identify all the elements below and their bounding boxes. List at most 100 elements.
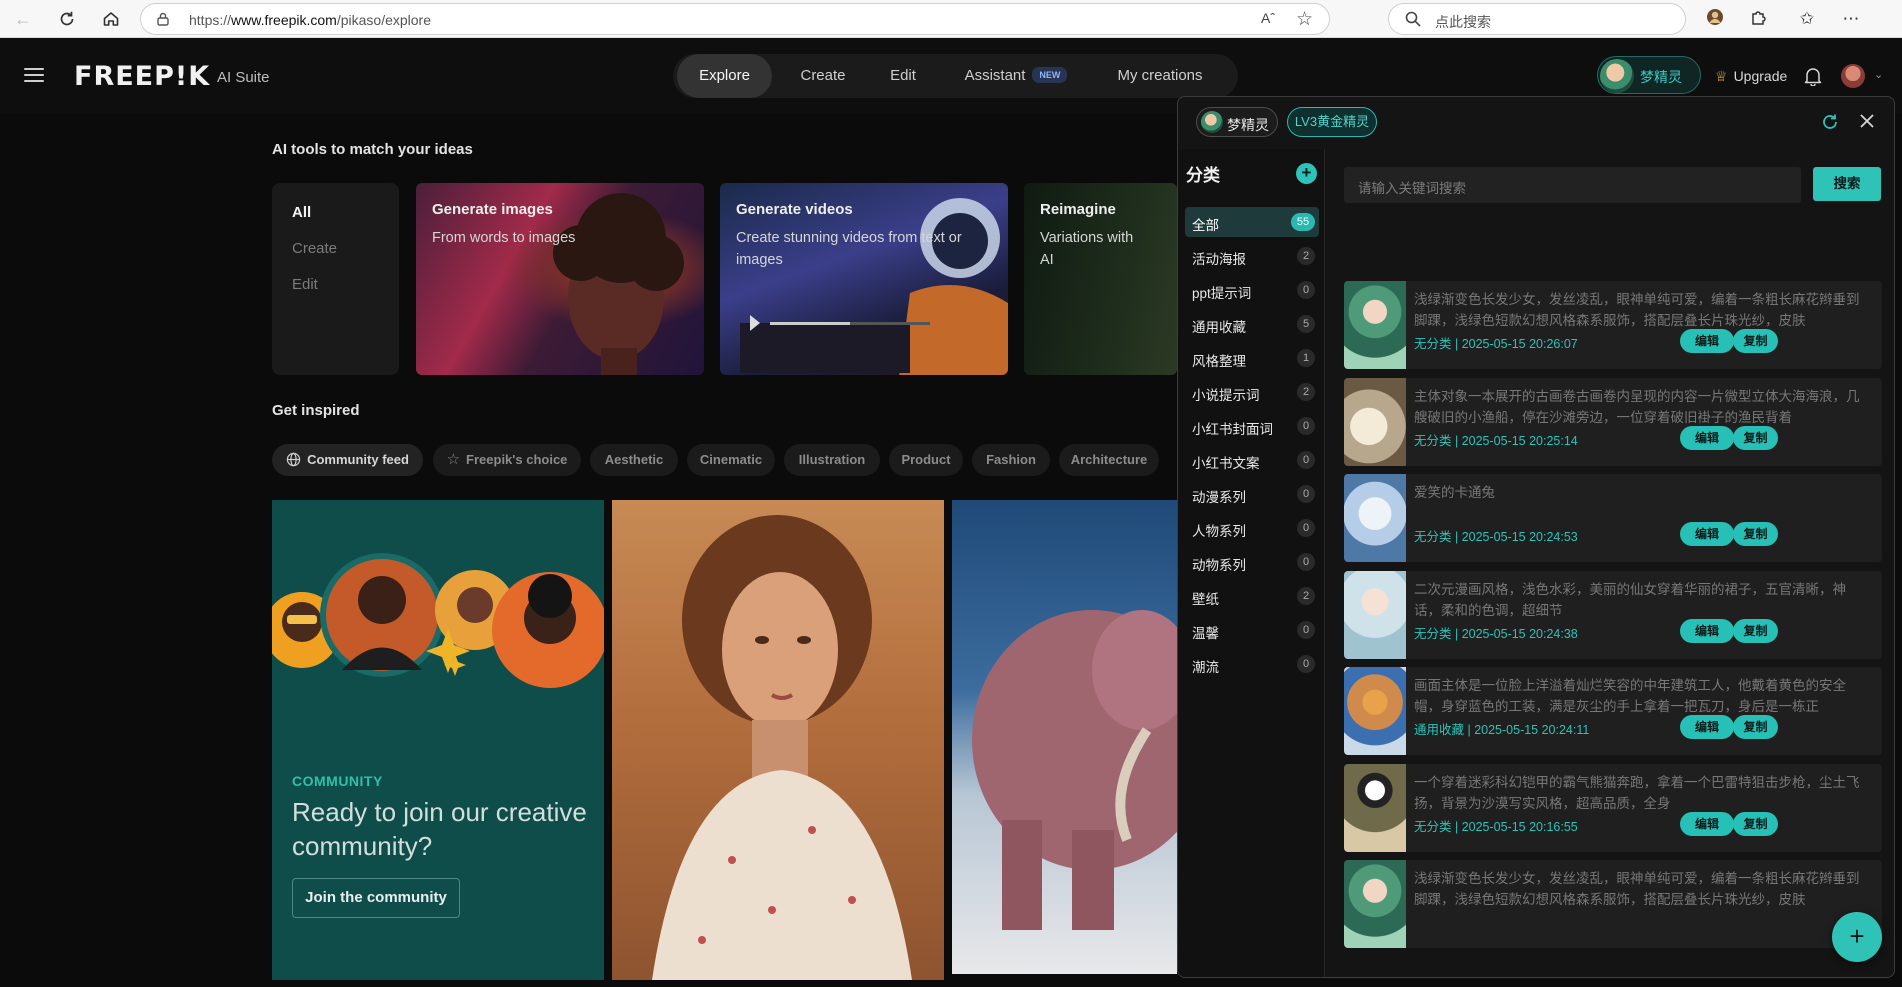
category-item[interactable]: 小红书文案 0 [1185,445,1319,475]
chip-freepiks-choice[interactable]: ☆ Freepik's choice [433,444,581,476]
tab-my-creations[interactable]: My creations [1097,54,1223,98]
upgrade-button[interactable]: ♕ Upgrade [1715,68,1787,85]
category-item[interactable]: 通用收藏 5 [1185,309,1319,339]
category-item[interactable]: 动物系列 0 [1185,547,1319,577]
category-item[interactable]: 温馨 0 [1185,615,1319,645]
category-name: 小红书封面词 [1192,422,1273,437]
close-icon[interactable] [1858,112,1876,130]
category-sidebar: 分类 + 全部 55 活动海报 2 ppt提示词 0 通用收藏 5 风格整理 1 小说提示词 2 小红书… [1178,149,1325,977]
category-item[interactable]: 全部 55 [1185,207,1319,237]
more-menu-icon[interactable]: ⋯ [1840,8,1862,30]
back-icon[interactable]: ← [10,6,36,32]
category-item[interactable]: 动漫系列 0 [1185,479,1319,509]
category-item[interactable]: 人物系列 0 [1185,513,1319,543]
chip-cinematic[interactable]: Cinematic [687,444,775,476]
category-name: 动漫系列 [1192,490,1246,505]
refresh-icon[interactable] [1820,112,1840,132]
chip-illustration[interactable]: Illustration [784,444,880,476]
copy-button[interactable]: 复制 [1733,811,1778,836]
category-item[interactable]: 壁纸 2 [1185,581,1319,611]
edit-button[interactable]: 编辑 [1680,329,1734,353]
extensions-puzzle-icon[interactable] [1748,8,1770,30]
copy-button[interactable]: 复制 [1733,715,1778,739]
filter-all[interactable]: All [292,204,311,221]
browser-search-box[interactable]: 点此搜索 [1388,3,1686,35]
chip-product[interactable]: Product [889,444,963,476]
filter-create[interactable]: Create [292,240,337,257]
prompt-meta: 通用收藏 | 2025-05-15 20:24:11 [1414,723,1590,737]
bell-icon[interactable] [1804,66,1822,86]
prompt-item[interactable]: 主体对象一本展开的古画卷古画卷内呈现的内容一片微型立体大海海浪，几艘破旧的小渔船… [1344,377,1882,466]
keyword-search-input[interactable]: 请输入关键词搜索 [1344,167,1801,203]
category-title: 分类 [1186,166,1220,185]
chip-fashion[interactable]: Fashion [972,444,1050,476]
copy-button[interactable]: 复制 [1733,618,1778,643]
edit-button[interactable]: 编辑 [1680,522,1734,546]
address-bar[interactable]: https://www.freepik.com/pikaso/explore A… [140,3,1330,35]
category-item[interactable]: ppt提示词 0 [1185,275,1319,305]
inspiration-image-mammoth[interactable] [952,500,1177,974]
category-name: 活动海报 [1192,252,1246,267]
category-item[interactable]: 小红书封面词 0 [1185,411,1319,441]
tool-subtitle: From words to images [432,230,576,246]
category-count-badge: 0 [1297,655,1315,673]
chip-community-feed[interactable]: Community feed [272,444,423,476]
copy-button[interactable]: 复制 [1733,425,1778,450]
tool-subtitle: Create stunning videos from text or imag… [736,230,962,268]
prompt-item[interactable]: 二次元漫画风格，浅色水彩，美丽的仙女穿着华丽的裙子，五官清晰，神话，柔和的色调，… [1344,570,1882,659]
category-name: 全部 [1192,218,1219,233]
profile-extension-icon[interactable] [1704,8,1726,30]
reload-icon[interactable] [54,6,80,32]
inspiration-image-desert-portrait[interactable] [612,500,944,980]
read-aloud-icon[interactable]: Aˆ [1261,10,1275,26]
category-count-badge: 0 [1297,485,1315,503]
edit-button[interactable]: 编辑 [1680,618,1734,643]
search-button[interactable]: 搜索 [1813,167,1881,201]
tab-explore[interactable]: Explore [677,54,772,98]
tool-title: Generate videos [736,201,853,218]
tool-card-reimagine[interactable]: Reimagine Variations with AI [1024,183,1177,375]
prompt-item[interactable]: 爱笑的卡通兔 无分类 | 2025-05-15 20:24:53 编辑 复制 [1344,474,1882,562]
tool-card-generate-videos[interactable]: Generate videos Create stunning videos f… [720,183,1008,375]
keyword-search-placeholder: 请输入关键词搜索 [1358,181,1466,196]
add-prompt-button[interactable]: + [1832,912,1882,962]
tab-create[interactable]: Create [783,54,863,98]
prompt-text: 浅绿渐变色长发少女，发丝凌乱，眼神单纯可爱，编着一条粗长麻花辫垂到脚踝，浅绿色短… [1414,292,1860,328]
tool-card-generate-images[interactable]: Generate images From words to images [416,183,704,375]
category-name: 通用收藏 [1192,320,1246,335]
copy-button[interactable]: 复制 [1733,329,1778,353]
filter-edit[interactable]: Edit [292,276,318,293]
join-community-button[interactable]: Join the community [292,878,460,918]
chip-architecture[interactable]: Architecture [1059,444,1159,476]
menu-icon[interactable] [24,68,44,82]
tools-section-title: AI tools to match your ideas [272,141,473,158]
category-item[interactable]: 潮流 0 [1185,649,1319,679]
user-profile-pill[interactable]: 梦精灵 [1597,56,1701,94]
prompt-item[interactable]: 浅绿渐变色长发少女，发丝凌乱，眼神单纯可爱，编着一条粗长麻花辫垂到脚踝，浅绿色短… [1344,281,1882,369]
home-icon[interactable] [98,6,124,32]
copy-button[interactable]: 复制 [1733,522,1778,546]
edit-button[interactable]: 编辑 [1680,811,1734,836]
freepik-logo[interactable]: FREEP!K [74,61,210,92]
category-item[interactable]: 小说提示词 2 [1185,377,1319,407]
chip-aesthetic[interactable]: Aesthetic [590,444,678,476]
prompt-thumbnail [1344,860,1406,948]
edit-button[interactable]: 编辑 [1680,425,1734,450]
prompt-item[interactable]: 一个穿着迷彩科幻铠甲的霸气熊猫奔跑，拿着一个巴雷特狙击步枪，尘土飞扬，背景为沙漠… [1344,763,1882,852]
add-category-button[interactable]: + [1296,163,1317,184]
edit-button[interactable]: 编辑 [1680,715,1734,739]
prompt-item[interactable]: 浅绿渐变色长发少女，发丝凌乱，眼神单纯可爱，编着一条粗长麻花辫垂到脚踝，浅绿色短… [1344,860,1882,948]
tab-assistant[interactable]: Assistant NEW [941,54,1091,98]
tab-edit[interactable]: Edit [869,54,937,98]
chevron-down-icon[interactable]: ⌄ [1874,68,1883,81]
user-name: 梦精灵 [1640,69,1682,85]
favorites-icon[interactable]: ✩ [1796,8,1818,30]
category-item[interactable]: 风格整理 1 [1185,343,1319,373]
level-badge: LV3黄金精灵 [1287,107,1377,137]
category-item[interactable]: 活动海报 2 [1185,241,1319,271]
prompt-item[interactable]: 画面主体是一位脸上洋溢着灿烂笑容的中年建筑工人，他戴着黄色的安全帽，身穿蓝色的工… [1344,667,1882,755]
category-count-badge: 2 [1297,247,1315,265]
panel-user-badge[interactable]: 梦精灵 [1196,107,1278,137]
favorite-star-icon[interactable]: ☆ [1296,8,1313,31]
account-avatar[interactable] [1841,64,1865,88]
